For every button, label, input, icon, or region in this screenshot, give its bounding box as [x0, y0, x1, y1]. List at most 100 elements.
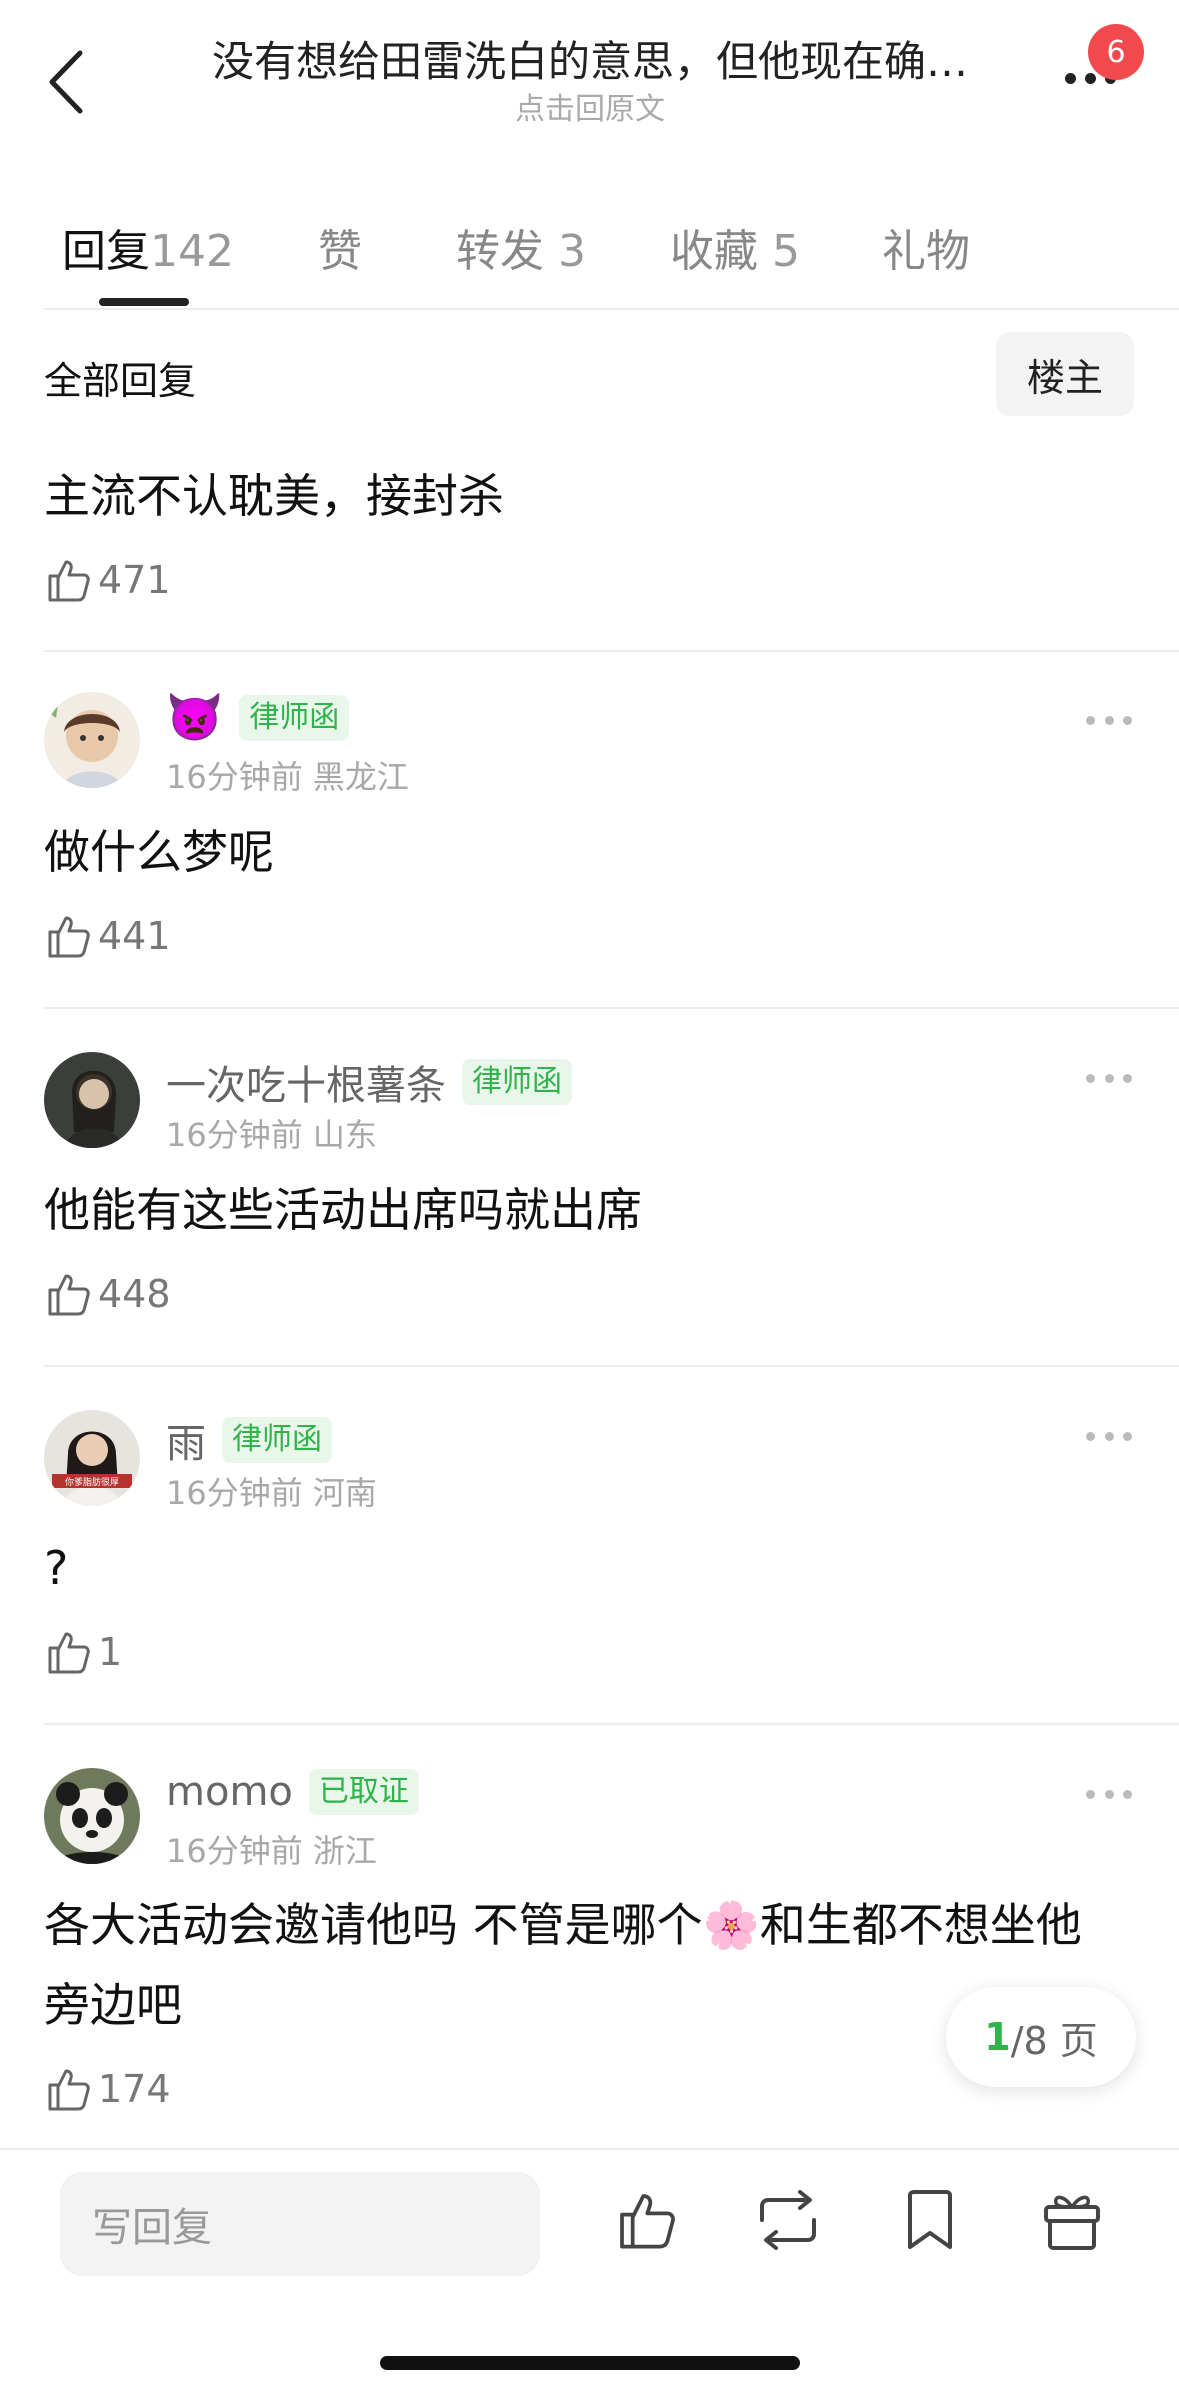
username-text: 👿 [166, 690, 224, 744]
bookmark-action-button[interactable] [890, 2180, 970, 2260]
avatar[interactable] [44, 1052, 140, 1148]
like-button[interactable]: 1 [44, 1628, 122, 1676]
like-button[interactable]: 471 [44, 556, 171, 604]
bookmark-icon [908, 2190, 952, 2249]
comment-text-part: 和生都不想坐他 [759, 1898, 1082, 1952]
top-nav-bar: 没有想给田雷洗白的意思，但他现在确… 点击回原文 6 [0, 0, 1179, 150]
divider [44, 1365, 1179, 1367]
like-button[interactable]: 448 [44, 1270, 171, 1318]
like-button[interactable]: 174 [44, 2065, 171, 2113]
home-indicator [380, 2356, 800, 2370]
back-to-original-link[interactable]: 点击回原文 [150, 92, 1030, 128]
tab-label: 赞 [318, 226, 362, 277]
tab-count: 5 [772, 226, 800, 277]
comment-more-button[interactable] [1086, 1784, 1132, 1804]
repost-action-button[interactable] [748, 2180, 828, 2260]
avatar-image [44, 1052, 140, 1148]
dot [1104, 1073, 1114, 1083]
like-action-button[interactable] [606, 2180, 686, 2260]
dot [1123, 1789, 1132, 1799]
title-block[interactable]: 没有想给田雷洗白的意思，但他现在确… 点击回原文 [150, 34, 1030, 128]
comment-more-button[interactable] [1086, 1426, 1132, 1446]
comment-meta: 16分钟前 河南 [166, 1468, 377, 1514]
username-text: momo [166, 1769, 293, 1815]
all-replies-heading: 全部回复 [44, 359, 197, 403]
comment-location: 浙江 [312, 1832, 377, 1870]
tab-count: 142 [150, 226, 234, 277]
thumbs-up-icon [620, 2194, 675, 2249]
thumbs-up-icon [48, 1274, 90, 1316]
divider [44, 650, 1179, 652]
comment-text-part: 旁边吧 [44, 1978, 182, 2032]
page-indicator[interactable]: 1/8 页 [946, 1987, 1136, 2087]
dot [1104, 1789, 1114, 1799]
gift-action-button[interactable] [1032, 2180, 1112, 2260]
comment-more-button[interactable] [1086, 1068, 1132, 1088]
tab-bar: 回复142 赞 转发 3 收藏 5 礼物 [44, 205, 1179, 310]
thumbs-up-icon [48, 560, 90, 602]
comment-more-button[interactable] [1086, 710, 1132, 730]
cherry-blossom-icon: 🌸 [702, 1898, 760, 1952]
tab-count: 3 [558, 226, 586, 277]
more-dot [1084, 72, 1096, 84]
user-badge[interactable]: 已取证 [308, 1769, 419, 1815]
repost-icon [760, 2190, 816, 2250]
op-filter-button[interactable]: 楼主 [996, 332, 1134, 416]
comment-text: 做什么梦呢 [44, 825, 274, 879]
tab-likes[interactable]: 赞 [318, 215, 362, 279]
user-badge[interactable]: 律师函 [222, 1417, 332, 1463]
tab-favorites[interactable]: 收藏 5 [670, 215, 800, 279]
dot [1086, 1073, 1095, 1083]
comment-meta: 16分钟前 山东 [166, 1110, 377, 1156]
like-button[interactable]: 441 [44, 912, 171, 960]
total-pages: /8 页 [1010, 2018, 1098, 2063]
tab-label: 转发 [456, 226, 544, 277]
tab-replies[interactable]: 回复142 [62, 215, 234, 279]
dot [1123, 1073, 1132, 1083]
tab-label: 礼物 [882, 226, 970, 277]
like-count: 441 [98, 914, 171, 958]
bottom-action-bar: 写回复 [0, 2148, 1179, 2397]
comment-username[interactable]: 一次吃十根薯条 律师函 [166, 1053, 572, 1111]
comment-meta: 16分钟前 浙江 [166, 1826, 377, 1872]
post-title: 没有想给田雷洗白的意思，但他现在确… [211, 37, 968, 86]
comment-username[interactable]: 👿 律师函 [166, 690, 350, 745]
username-text: 雨 [166, 1421, 206, 1467]
like-count: 174 [98, 2067, 171, 2111]
back-button[interactable] [36, 42, 96, 122]
comment-location: 河南 [312, 1474, 377, 1512]
dot [1086, 1431, 1095, 1441]
tab-label: 收藏 [670, 226, 758, 277]
reply-input[interactable]: 写回复 [60, 2172, 540, 2276]
avatar-image [44, 692, 140, 788]
comment-time: 16分钟前 [166, 758, 303, 796]
comment-username[interactable]: momo 已取证 [166, 1769, 419, 1815]
avatar[interactable] [44, 692, 140, 788]
avatar-image [44, 1768, 140, 1864]
tab-gifts[interactable]: 礼物 [882, 215, 970, 279]
user-badge[interactable]: 律师函 [239, 694, 350, 741]
chevron-left-icon [49, 50, 83, 114]
notification-badge: 6 [1088, 24, 1144, 80]
comment-time: 16分钟前 [166, 1116, 303, 1154]
comment-username[interactable]: 雨律师函 [166, 1411, 332, 1469]
avatar[interactable] [44, 1768, 140, 1864]
dot [1086, 1789, 1095, 1799]
svg-text:你爹脂肪很厚: 你爹脂肪很厚 [65, 1476, 119, 1488]
user-badge[interactable]: 律师函 [462, 1059, 572, 1105]
current-page: 1 [984, 2015, 1011, 2059]
thumbs-up-icon [48, 1632, 90, 1674]
tab-label: 回复 [62, 226, 150, 277]
comment-text: 他能有这些活动出席吗就出席 [44, 1183, 642, 1237]
comment-text: ? [44, 1541, 69, 1595]
dot [1123, 715, 1132, 725]
gift-icon [1044, 2195, 1100, 2250]
dot [1104, 715, 1114, 725]
divider [44, 1007, 1179, 1009]
comment-text-part: 各大活动会邀请他吗 不管是哪个 [44, 1898, 703, 1952]
tab-reposts[interactable]: 转发 3 [456, 215, 586, 279]
dot [1086, 715, 1095, 725]
comment-text: 主流不认耽美，接封杀 [44, 469, 504, 523]
like-count: 1 [98, 1630, 123, 1674]
avatar[interactable]: 你爹脂肪很厚 [44, 1410, 140, 1506]
